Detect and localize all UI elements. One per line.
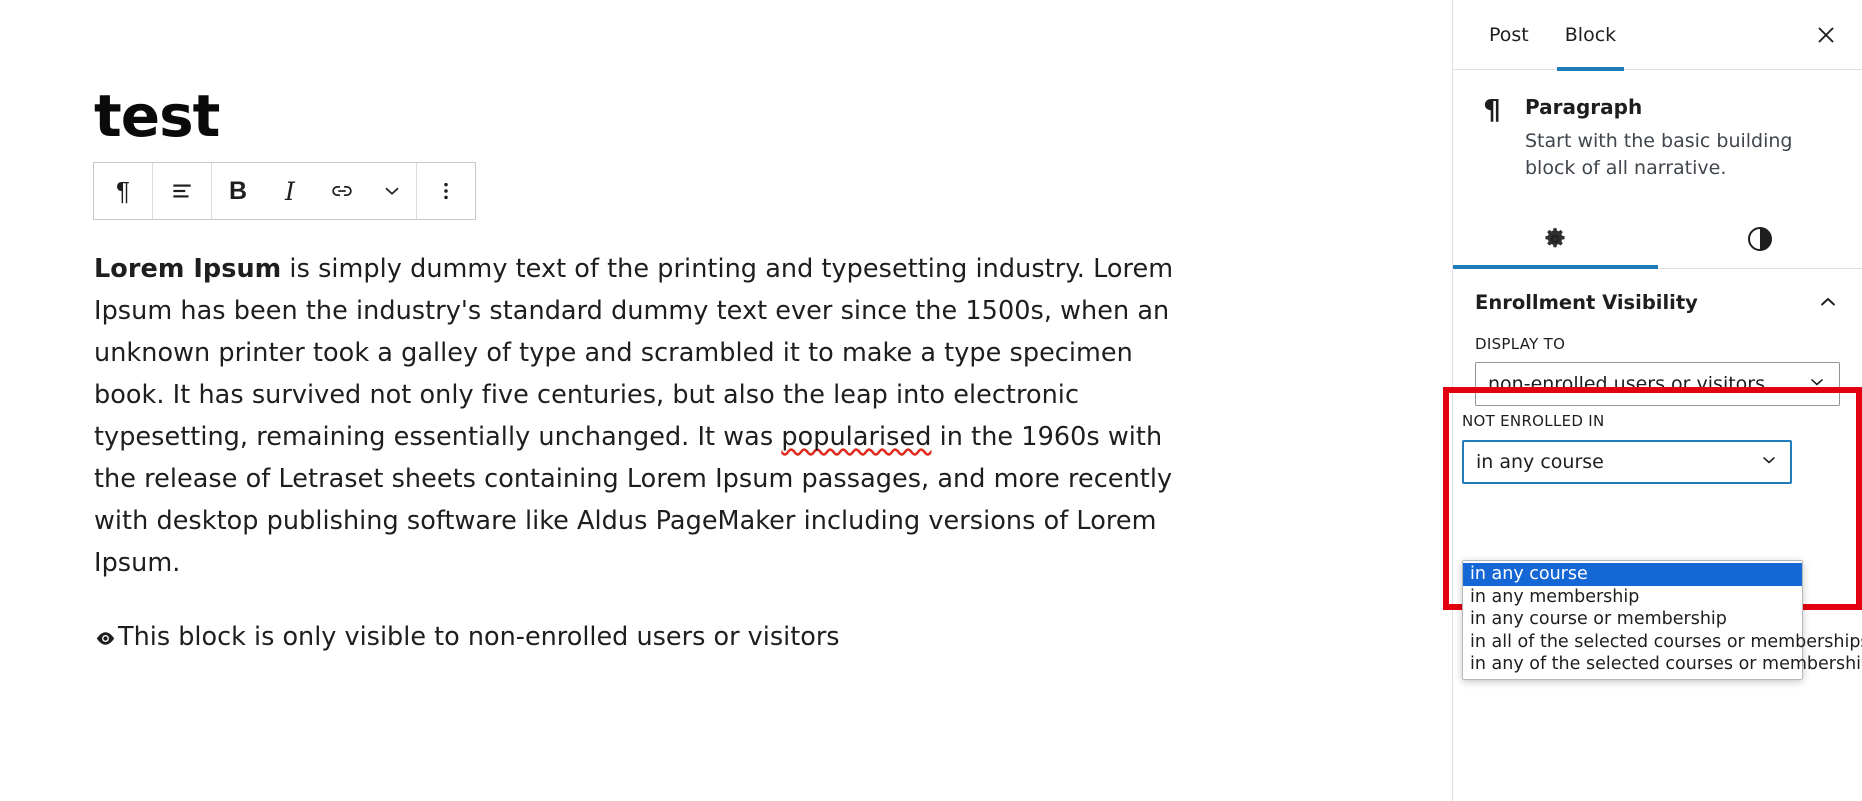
display-to-select-wrap: non-enrolled users or visitors: [1475, 362, 1840, 406]
italic-button[interactable]: I: [264, 163, 316, 219]
inspector-tab-bar: [1453, 210, 1862, 269]
post-content: Lorem Ipsum is simply dummy text of the …: [94, 248, 1209, 654]
block-card-icon-wrap: ¶: [1477, 94, 1507, 182]
link-button[interactable]: [316, 163, 368, 219]
sidebar-tab-bar: Post Block: [1453, 0, 1862, 71]
dropdown-option[interactable]: in any of the selected courses or member…: [1463, 653, 1862, 676]
dropdown-option[interactable]: in all of the selected courses or member…: [1463, 631, 1862, 654]
block-title: Paragraph: [1525, 95, 1643, 119]
eye-icon: [94, 627, 117, 650]
align-text-button[interactable]: [153, 163, 211, 219]
post-title[interactable]: test: [94, 84, 220, 149]
visibility-note-text: This block is only visible to non-enroll…: [118, 622, 840, 652]
enrollment-visibility-panel-header[interactable]: Enrollment Visibility: [1475, 269, 1840, 335]
block-visibility-note: This block is only visible to non-enroll…: [94, 620, 1209, 654]
pilcrow-icon: ¶: [116, 176, 130, 206]
close-icon: [1818, 27, 1834, 42]
settings-sidebar: Post Block ¶ Paragraph Start with the ba…: [1452, 0, 1862, 801]
toolbar-group-options: [417, 163, 475, 219]
not-enrolled-in-select-wrap: in any course: [1462, 440, 1792, 484]
dropdown-option[interactable]: in any course: [1463, 563, 1802, 586]
not-enrolled-in-select[interactable]: in any course: [1462, 440, 1792, 484]
display-to-select[interactable]: non-enrolled users or visitors: [1475, 362, 1840, 406]
tab-block[interactable]: Block: [1547, 0, 1634, 71]
bold-button[interactable]: B: [212, 163, 264, 219]
tab-styles[interactable]: [1658, 210, 1862, 268]
block-options-button[interactable]: [417, 163, 475, 219]
dropdown-option[interactable]: in any membership: [1463, 586, 1802, 609]
gear-icon: [1545, 228, 1565, 248]
contrast-icon: [1747, 227, 1772, 251]
editor-canvas: test ¶ B I Lorem Ipsum is simply dummy t…: [0, 0, 1452, 801]
not-enrolled-in-label: NOT ENROLLED IN: [1462, 412, 1605, 430]
tab-post-label: Post: [1489, 23, 1529, 46]
bold-icon: B: [228, 176, 248, 205]
block-card-text: Paragraph Start with the basic building …: [1525, 94, 1840, 182]
enrollment-visibility-title: Enrollment Visibility: [1475, 290, 1698, 314]
app-root: test ¶ B I Lorem Ipsum is simply dummy t…: [0, 0, 1862, 801]
misspelled-word: popularised: [781, 422, 932, 452]
more-rich-text-button[interactable]: [368, 163, 416, 219]
align-left-icon: [173, 184, 191, 198]
paragraph-block[interactable]: Lorem Ipsum is simply dummy text of the …: [94, 248, 1209, 584]
block-description: Start with the basic building block of a…: [1525, 130, 1793, 179]
pilcrow-icon: ¶: [1483, 93, 1501, 126]
not-enrolled-in-field: NOT ENROLLED IN in any course: [1462, 412, 1792, 484]
display-to-value: non-enrolled users or visitors: [1488, 373, 1766, 395]
enrollment-visibility-panel: Enrollment Visibility DISPLAY TO non-enr…: [1453, 269, 1862, 406]
italic-icon: I: [285, 176, 295, 206]
not-enrolled-in-value: in any course: [1476, 451, 1604, 473]
toolbar-group-formatting: B I: [212, 163, 417, 219]
tab-block-label: Block: [1564, 23, 1617, 46]
paragraph-lead: Lorem Ipsum: [94, 254, 282, 284]
tab-settings[interactable]: [1453, 210, 1658, 269]
tab-post[interactable]: Post: [1471, 0, 1547, 70]
link-icon: [332, 186, 352, 196]
not-enrolled-in-dropdown-list[interactable]: in any course in any membership in any cou…: [1462, 560, 1862, 680]
chevron-up-icon: [1821, 298, 1835, 306]
block-type-paragraph-button[interactable]: ¶: [94, 163, 152, 219]
toolbar-group-align: [153, 163, 212, 219]
toolbar-group-block-type: ¶: [94, 163, 153, 219]
chevron-down-icon: [385, 187, 399, 195]
dropdown-option[interactable]: in any course or membership: [1463, 608, 1802, 631]
block-info-card: ¶ Paragraph Start with the basic buildin…: [1453, 70, 1862, 192]
display-to-label: DISPLAY TO: [1475, 335, 1566, 353]
vertical-ellipsis-icon: [444, 182, 448, 200]
close-settings-button[interactable]: [1804, 13, 1848, 57]
block-toolbar: ¶ B I: [93, 162, 476, 220]
display-to-field: DISPLAY TO non-enrolled users or visitor…: [1475, 335, 1840, 406]
